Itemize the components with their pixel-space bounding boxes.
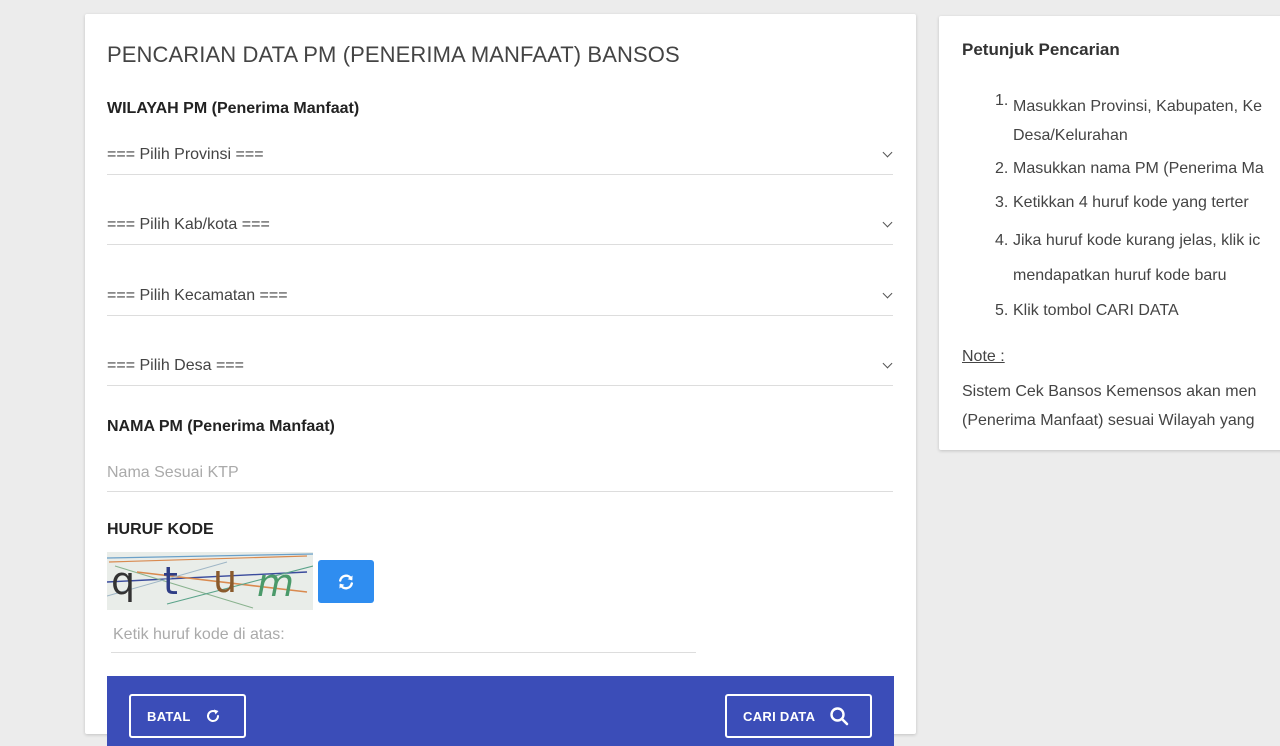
step-number: 1. — [995, 92, 1009, 109]
step-text: Masukkan Provinsi, Kabupaten, Ke — [1013, 98, 1263, 115]
regency-select[interactable]: === Pilih Kab/kota === — [107, 208, 893, 245]
page-title: PENCARIAN DATA PM (PENERIMA MANFAAT) BAN… — [107, 42, 680, 67]
step-number: 4. — [995, 232, 1009, 249]
chevron-down-icon — [882, 358, 893, 369]
step-text: mendapatkan huruf kode baru — [1013, 267, 1227, 284]
captcha-image: q t u m — [107, 552, 313, 610]
code-label: HURUF KODE — [107, 521, 214, 538]
search-button-label: CARI DATA — [743, 708, 816, 724]
step-text: Desa/Kelurahan — [1013, 127, 1128, 144]
guide-card: Petunjuk Pencarian 1. Masukkan Provinsi,… — [939, 16, 1280, 450]
district-select[interactable]: === Pilih Kecamatan === — [107, 279, 893, 316]
chevron-down-icon — [882, 147, 893, 158]
search-icon — [830, 707, 849, 726]
step-number: 2. — [995, 160, 1009, 177]
guide-step-5: 5. Klik tombol CARI DATA — [995, 296, 1280, 330]
name-input[interactable] — [107, 455, 893, 492]
note-line: (Penerima Manfaat) sesuai Wilayah yang — [962, 412, 1255, 429]
village-select-value: === Pilih Desa === — [107, 357, 244, 374]
reload-icon — [206, 709, 219, 722]
captcha-letter: u — [213, 557, 237, 601]
name-label: NAMA PM (Penerima Manfaat) — [107, 418, 335, 435]
step-text: Masukkan nama PM (Penerima Ma — [1013, 160, 1264, 177]
guide-step-1: 1. Masukkan Provinsi, Kabupaten, Ke Desa… — [995, 92, 1280, 154]
province-select[interactable]: === Pilih Provinsi === — [107, 138, 893, 175]
regency-select-value: === Pilih Kab/kota === — [107, 216, 270, 233]
captcha-code-input[interactable] — [111, 618, 696, 653]
step-number: 5. — [995, 302, 1009, 319]
guide-step-2: 2. Masukkan nama PM (Penerima Ma — [995, 154, 1280, 188]
district-select-value: === Pilih Kecamatan === — [107, 287, 288, 304]
captcha-letter: q — [111, 559, 135, 603]
step-text: Ketikkan 4 huruf kode yang terter — [1013, 194, 1249, 211]
chevron-down-icon — [882, 288, 893, 299]
guide-step-3: 3. Ketikkan 4 huruf kode yang terter — [995, 188, 1280, 226]
cancel-button-label: BATAL — [147, 708, 191, 724]
village-select[interactable]: === Pilih Desa === — [107, 349, 893, 386]
guide-step-4: 4. Jika huruf kode kurang jelas, klik ic… — [995, 226, 1280, 296]
note-label: Note : — [962, 348, 1005, 365]
refresh-icon — [339, 574, 353, 589]
search-card: PENCARIAN DATA PM (PENERIMA MANFAAT) BAN… — [85, 14, 916, 746]
step-text: Klik tombol CARI DATA — [1013, 302, 1179, 319]
action-bar: BATAL CARI DATA — [107, 676, 894, 746]
step-text: Jika huruf kode kurang jelas, klik ic — [1013, 232, 1261, 249]
note-line: Sistem Cek Bansos Kemensos akan men — [962, 383, 1257, 400]
captcha-letter: t — [163, 559, 178, 603]
province-select-value: === Pilih Provinsi === — [107, 146, 264, 163]
refresh-captcha-button[interactable] — [318, 560, 374, 603]
cancel-button[interactable]: BATAL — [129, 694, 246, 738]
guide-steps: 1. Masukkan Provinsi, Kabupaten, Ke Desa… — [995, 92, 1280, 330]
captcha-letter: m — [257, 561, 294, 605]
region-label: WILAYAH PM (Penerima Manfaat) — [107, 100, 360, 117]
note-text: Sistem Cek Bansos Kemensos akan men (Pen… — [962, 377, 1280, 435]
step-number: 3. — [995, 194, 1009, 211]
chevron-down-icon — [882, 217, 893, 228]
guide-title: Petunjuk Pencarian — [962, 40, 1120, 59]
search-button[interactable]: CARI DATA — [725, 694, 872, 738]
